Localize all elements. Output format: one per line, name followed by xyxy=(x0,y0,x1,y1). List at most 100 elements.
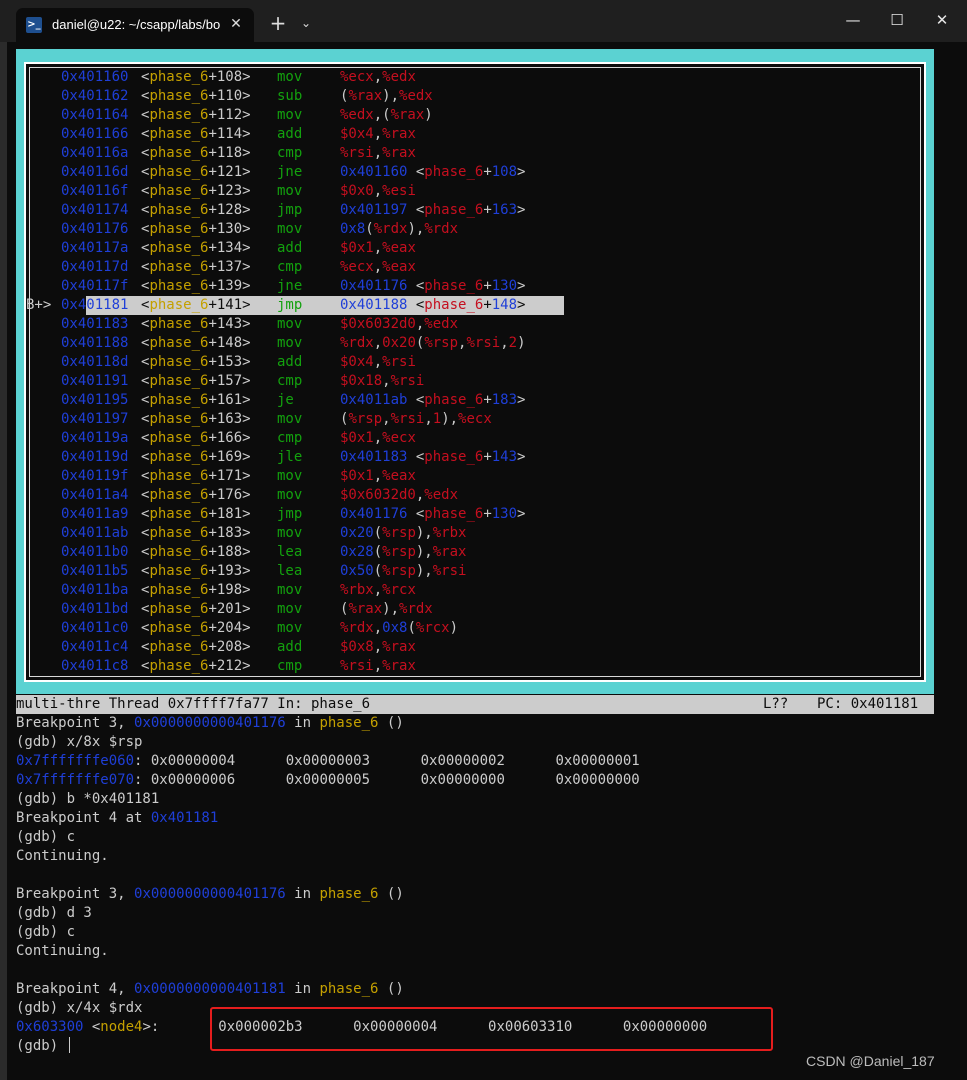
console-line: Continuing. xyxy=(16,848,109,864)
gdb-status-bar: multi-thre Thread 0x7ffff7fa77 In: phase… xyxy=(16,695,934,714)
maximize-button[interactable]: ☐ xyxy=(880,6,914,34)
asm-mnemonic: jne xyxy=(277,164,303,180)
asm-address: 0x4011a4 xyxy=(61,487,129,503)
asm-operands: 0x8(%rdx),%rdx xyxy=(340,221,459,237)
asm-symbol: <phase_6+161> xyxy=(141,392,251,408)
asm-symbol: <phase_6+176> xyxy=(141,487,251,503)
asm-mnemonic: mov xyxy=(277,411,303,427)
asm-symbol: <phase_6+198> xyxy=(141,582,251,598)
status-line: L?? xyxy=(763,696,789,712)
asm-address: 0x4011c4 xyxy=(61,639,129,655)
asm-address: 0x40119f xyxy=(61,468,129,484)
close-tab-icon[interactable]: ✕ xyxy=(226,14,246,34)
asm-address: 0x4011c0 xyxy=(61,620,129,636)
asm-mnemonic: lea xyxy=(277,563,303,579)
asm-mnemonic: jmp xyxy=(277,506,303,522)
asm-symbol: <phase_6+201> xyxy=(141,601,251,617)
asm-mnemonic: jle xyxy=(277,449,303,465)
asm-operands: 0x401183 <phase_6+143> xyxy=(340,449,526,465)
asm-address: 0x4011a9 xyxy=(61,506,129,522)
asm-mnemonic: add xyxy=(277,354,303,370)
asm-mnemonic: jmp xyxy=(277,202,303,218)
asm-operands: 0x28(%rsp),%rax xyxy=(340,544,467,560)
console-line: (gdb) xyxy=(16,1037,70,1056)
asm-address: 0x4011ab xyxy=(61,525,129,541)
console-line: 0x7fffffffe060: 0x00000004 0x00000003 0x… xyxy=(16,753,640,769)
asm-symbol: <phase_6+169> xyxy=(141,449,251,465)
asm-address: 0x40118d xyxy=(61,354,129,370)
asm-address: 0x401183 xyxy=(61,316,129,332)
tab-dropdown-icon[interactable]: ⌄ xyxy=(295,12,317,34)
new-tab-button[interactable]: + xyxy=(265,10,291,36)
asm-symbol: <phase_6+143> xyxy=(141,316,251,332)
asm-operands: %ecx,%edx xyxy=(340,69,416,85)
asm-operands: %edx,(%rax) xyxy=(340,107,433,123)
asm-operands: 0x4011ab <phase_6+183> xyxy=(340,392,526,408)
asm-symbol: <phase_6+121> xyxy=(141,164,251,180)
asm-operands: 0x401176 <phase_6+130> xyxy=(340,506,526,522)
asm-address: 0x401164 xyxy=(61,107,129,123)
asm-operands: $0x4,%rsi xyxy=(340,354,416,370)
asm-address: 0x40119d xyxy=(61,449,129,465)
console-line: (gdb) c xyxy=(16,924,76,940)
console-line: (gdb) b *0x401181 xyxy=(16,791,160,807)
asm-mnemonic: cmp xyxy=(277,373,303,389)
asm-operands: $0x1,%ecx xyxy=(340,430,416,446)
watermark: CSDN @Daniel_187 xyxy=(806,1053,935,1069)
console-line: Breakpoint 3, 0x0000000000401176 in phas… xyxy=(16,715,404,731)
left-edge xyxy=(0,0,7,1080)
asm-mnemonic: je xyxy=(277,392,294,408)
asm-symbol: <phase_6+118> xyxy=(141,145,251,161)
asm-address: 0x401160 xyxy=(61,69,129,85)
asm-symbol: <phase_6+141> xyxy=(141,297,251,313)
asm-symbol: <phase_6+108> xyxy=(141,69,251,85)
asm-mnemonic: mov xyxy=(277,487,303,503)
asm-symbol: <phase_6+163> xyxy=(141,411,251,427)
console-line: Continuing. xyxy=(16,943,109,959)
asm-address: 0x401195 xyxy=(61,392,129,408)
asm-address: 0x401176 xyxy=(61,221,129,237)
console-line: (gdb) c xyxy=(16,829,76,845)
asm-symbol: <phase_6+208> xyxy=(141,639,251,655)
asm-mnemonic: mov xyxy=(277,221,303,237)
asm-address: 0x40116a xyxy=(61,145,129,161)
asm-operands: 0x20(%rsp),%rbx xyxy=(340,525,467,541)
terminal-icon: >_ xyxy=(26,17,42,33)
asm-mnemonic: cmp xyxy=(277,430,303,446)
asm-symbol: <phase_6+183> xyxy=(141,525,251,541)
asm-symbol: <phase_6+212> xyxy=(141,658,251,674)
asm-symbol: <phase_6+204> xyxy=(141,620,251,636)
asm-operands: $0x0,%esi xyxy=(340,183,416,199)
minimize-button[interactable]: — xyxy=(836,6,870,34)
asm-operands: $0x6032d0,%edx xyxy=(340,316,459,332)
asm-mnemonic: mov xyxy=(277,183,303,199)
asm-symbol: <phase_6+130> xyxy=(141,221,251,237)
breakpoint-marker: B+> xyxy=(26,297,52,313)
asm-address: 0x40116f xyxy=(61,183,129,199)
asm-address: 0x40116d xyxy=(61,164,129,180)
asm-symbol: <phase_6+188> xyxy=(141,544,251,560)
asm-operands: %rdx,0x20(%rsp,%rsi,2) xyxy=(340,335,526,351)
asm-address: 0x401174 xyxy=(61,202,129,218)
asm-symbol: <phase_6+128> xyxy=(141,202,251,218)
asm-operands: (%rax),%edx xyxy=(340,88,433,104)
asm-address: 0x40117d xyxy=(61,259,129,275)
asm-operands: $0x18,%rsi xyxy=(340,373,425,389)
asm-symbol: <phase_6+139> xyxy=(141,278,251,294)
asm-mnemonic: jmp xyxy=(277,297,303,313)
console-line: (gdb) x/4x $rdx xyxy=(16,1000,143,1016)
asm-operands: (%rax),%rdx xyxy=(340,601,433,617)
asm-address: 0x4011b5 xyxy=(61,563,129,579)
close-window-button[interactable]: ✕ xyxy=(925,6,959,34)
asm-address: 0x4011c8 xyxy=(61,658,129,674)
asm-operands: $0x4,%rax xyxy=(340,126,416,142)
asm-address: 0x401162 xyxy=(61,88,129,104)
asm-address: 0x4011ba xyxy=(61,582,129,598)
asm-mnemonic: add xyxy=(277,240,303,256)
asm-mnemonic: cmp xyxy=(277,145,303,161)
asm-symbol: <phase_6+112> xyxy=(141,107,251,123)
asm-symbol: <phase_6+114> xyxy=(141,126,251,142)
terminal-tab[interactable]: >_ daniel@u22: ~/csapp/labs/bo ✕ xyxy=(16,8,254,42)
asm-mnemonic: add xyxy=(277,126,303,142)
console-line: Breakpoint 4 at 0x401181 xyxy=(16,810,219,826)
